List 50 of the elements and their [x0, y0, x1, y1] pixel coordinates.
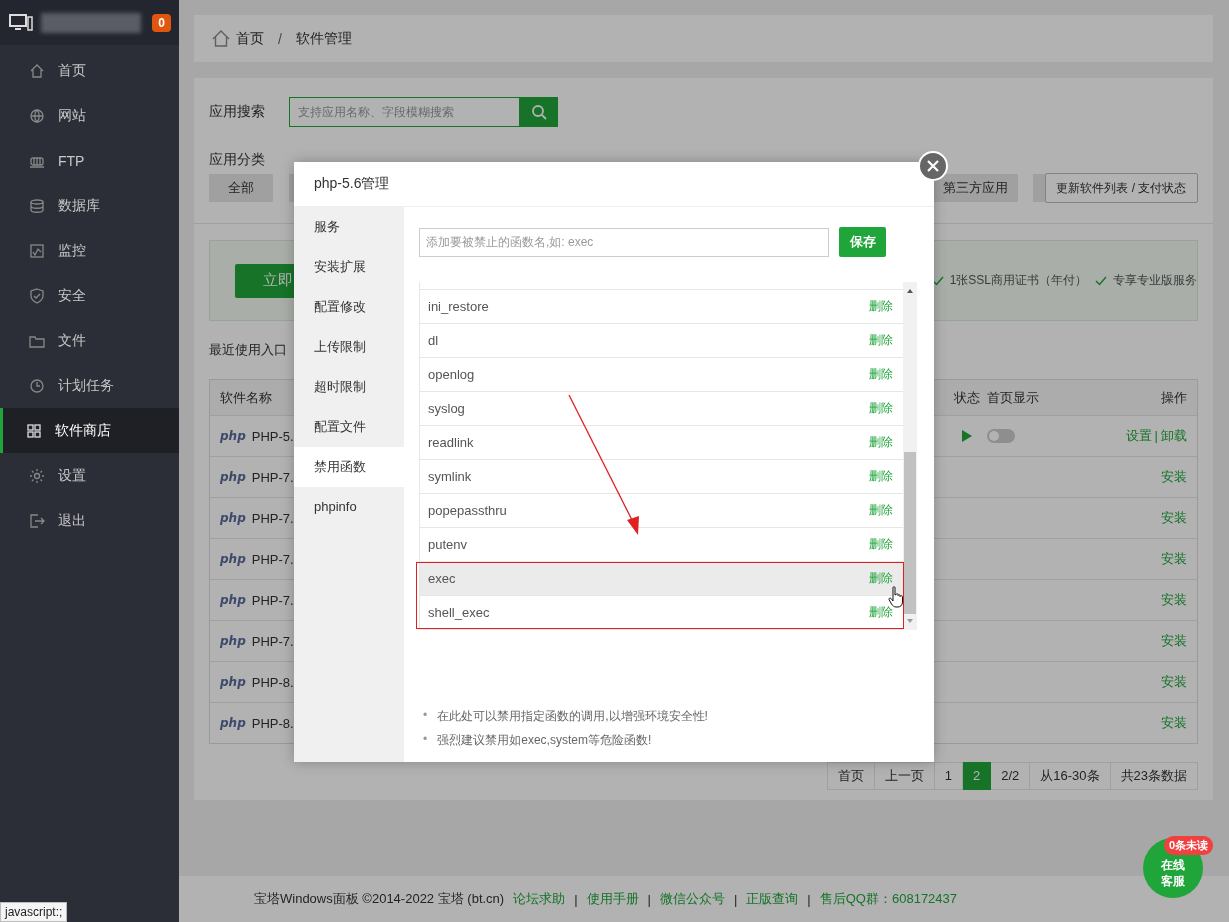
function-name: dl	[428, 333, 439, 348]
php-logo: php	[220, 429, 246, 443]
perk-text: 专享专业版服务	[1113, 272, 1197, 289]
php-logo: php	[220, 511, 246, 525]
recent-entries-label: 最近使用入口	[209, 341, 287, 359]
breadcrumb-current: 软件管理	[295, 29, 352, 48]
software-name: PHP-7.	[251, 592, 294, 608]
software-name: PHP-5.	[251, 428, 294, 444]
software-name: PHP-7.	[251, 510, 294, 526]
unread-badge: 0条未读	[1164, 836, 1214, 855]
footer-separator: |	[807, 891, 811, 907]
column-header: 操作	[1160, 388, 1187, 407]
status-bar: javascript:;	[0, 902, 68, 922]
php-logo: php	[220, 593, 246, 607]
bullet: •	[423, 732, 428, 748]
php-logo: php	[220, 716, 246, 730]
software-name: PHP-8.	[251, 674, 294, 690]
software-name: PHP-7.	[251, 633, 294, 649]
software-name: PHP-8.	[251, 715, 294, 731]
function-name: openlog	[428, 367, 475, 382]
column-header: 状态	[953, 388, 981, 407]
footer-separator: |	[733, 891, 738, 907]
software-name: PHP-7.	[251, 551, 294, 567]
function-name: putenv	[428, 537, 468, 552]
help-note: 强烈建议禁用如exec,system等危险函数!	[437, 732, 652, 749]
help-note: 在此处可以禁用指定函数的调用,以增强环境安全性!	[437, 708, 708, 725]
copyright-text: 宝塔Windows面板 ©2014-2022 宝塔 (bt.cn)	[254, 890, 505, 908]
column-header: 首页显示	[987, 388, 1040, 407]
software-name: PHP-7.	[251, 469, 294, 485]
search-label: 应用搜索	[209, 103, 266, 121]
function-name: exec	[428, 571, 456, 586]
breadcrumb-separator: /	[278, 30, 282, 47]
function-name: syslog	[428, 401, 465, 416]
function-name: ini_restore	[428, 299, 489, 314]
function-name: shell_exec	[428, 605, 490, 620]
function-name: readlink	[428, 435, 474, 450]
function-name: symlink	[428, 469, 472, 484]
category-label: 应用分类	[209, 151, 266, 169]
php-logo: php	[220, 634, 246, 648]
function-name: popepassthru	[428, 503, 507, 518]
footer-separator: |	[647, 891, 651, 907]
php-logo: php	[220, 552, 246, 566]
column-header: 软件名称	[220, 388, 273, 407]
php-logo: php	[220, 470, 246, 484]
bullet: •	[423, 708, 428, 724]
perk-text: 1张SSL商用证书（年付）	[949, 272, 1087, 289]
dialog-title: php-5.6管理	[314, 175, 390, 193]
php-logo: php	[220, 675, 246, 689]
action-separator: |	[1154, 428, 1158, 443]
footer-separator: |	[574, 891, 578, 907]
